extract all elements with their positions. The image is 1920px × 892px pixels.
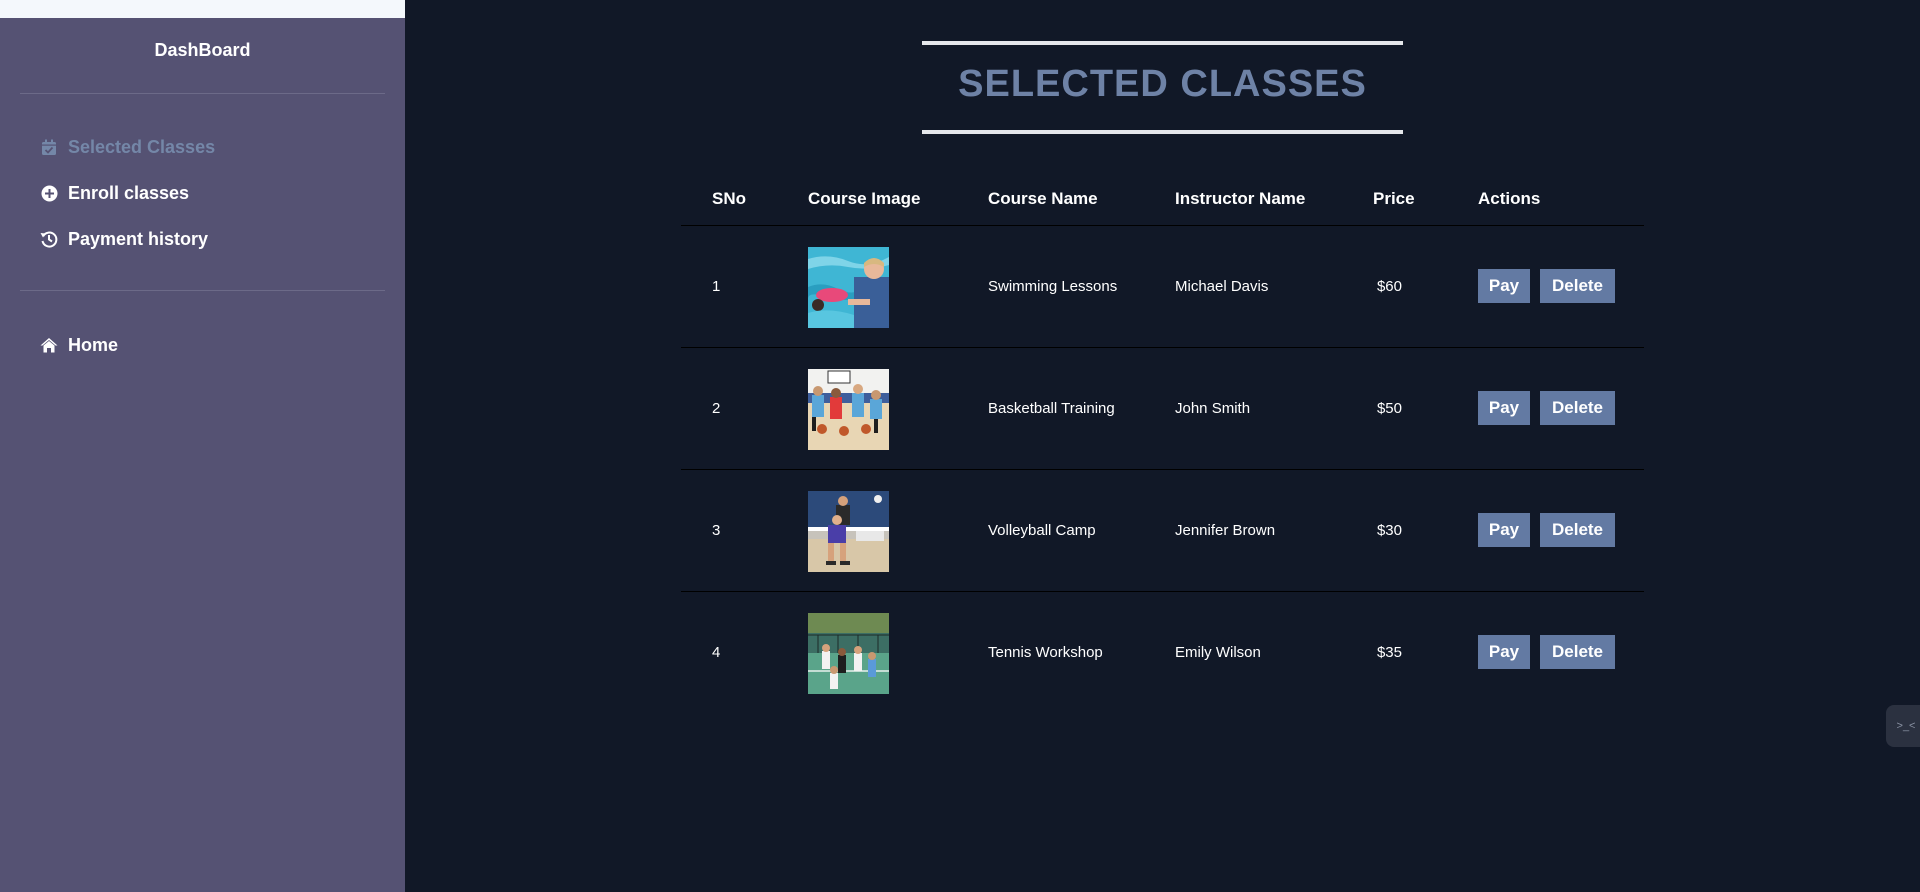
table-header: SNo Course Image Course Name Instructor … [681,175,1644,226]
sidebar-divider [20,290,385,291]
row-instructor-name: John Smith [1175,400,1251,417]
row-price: $30 [1376,522,1402,539]
row-instructor-name: Jennifer Brown [1175,522,1276,539]
tennis-image [808,613,889,694]
swimming-image [808,247,889,328]
row-sno: 2 [712,400,721,417]
row-sno: 1 [712,278,721,295]
sidebar-item-payment-history[interactable]: Payment history [40,226,208,252]
top-strip [0,0,405,18]
delete-button[interactable]: Delete [1540,269,1615,303]
table-row: 1 Swimming Lessons Michael Davis $60 Pay… [681,226,1644,348]
sidebar-brand: DashBoard [154,40,251,60]
page-title: SELECTED CLASSES [958,63,1367,105]
row-instructor-name: Michael Davis [1175,278,1269,295]
pay-button[interactable]: Pay [1478,391,1530,425]
volleyball-image [808,491,889,572]
chat-icon: >_< [1896,720,1916,732]
history-icon [40,230,58,248]
column-header-price: Price [1373,189,1415,208]
column-header-course-image: Course Image [808,189,921,208]
sidebar-item-label: Enroll classes [68,182,190,203]
pay-button[interactable]: Pay [1478,635,1530,669]
row-sno: 4 [712,644,721,661]
chat-widget-tab[interactable]: >_< [1886,705,1920,747]
pay-button[interactable]: Pay [1478,269,1530,303]
row-course-name: Volleyball Camp [988,522,1096,539]
sidebar-item-label: Payment history [68,228,209,249]
calendar-check-icon [40,138,58,156]
sidebar-item-home[interactable]: Home [40,332,118,358]
row-instructor-name: Emily Wilson [1175,644,1261,661]
row-course-name: Tennis Workshop [988,644,1103,661]
row-price: $35 [1376,644,1402,661]
delete-button[interactable]: Delete [1540,635,1615,669]
column-header-sno: SNo [712,189,746,208]
row-price: $60 [1376,278,1402,295]
column-header-instructor-name: Instructor Name [1175,189,1306,208]
column-header-actions: Actions [1478,189,1541,208]
selected-classes-table: SNo Course Image Course Name Instructor … [681,175,1644,714]
pay-button[interactable]: Pay [1478,513,1530,547]
row-course-name: Basketball Training [988,400,1115,417]
table-row: 2 Basketball Training John Smith $50 Pay… [681,348,1644,470]
table-row: 4 Tennis Workshop Emily Wilson $35 Pay D… [681,592,1644,714]
sidebar-item-label: Selected Classes [68,136,216,157]
column-header-course-name: Course Name [988,189,1098,208]
sidebar: DashBoard Selected Classes Enroll classe… [0,18,405,892]
row-price: $50 [1376,400,1402,417]
title-rule-top [922,41,1403,45]
sidebar-divider [20,93,385,94]
sidebar-item-selected-classes[interactable]: Selected Classes [40,134,215,160]
sidebar-item-label: Home [68,334,119,355]
delete-button[interactable]: Delete [1540,391,1615,425]
home-icon [40,336,58,354]
row-sno: 3 [712,522,721,539]
title-rule-bottom [922,130,1403,134]
delete-button[interactable]: Delete [1540,513,1615,547]
basketball-image [808,369,889,450]
table-row: 3 Volleyball Camp Jennifer Brown $30 Pay… [681,470,1644,592]
row-course-name: Swimming Lessons [988,278,1118,295]
sidebar-item-enroll-classes[interactable]: Enroll classes [40,180,189,206]
plus-circle-icon [40,184,58,202]
